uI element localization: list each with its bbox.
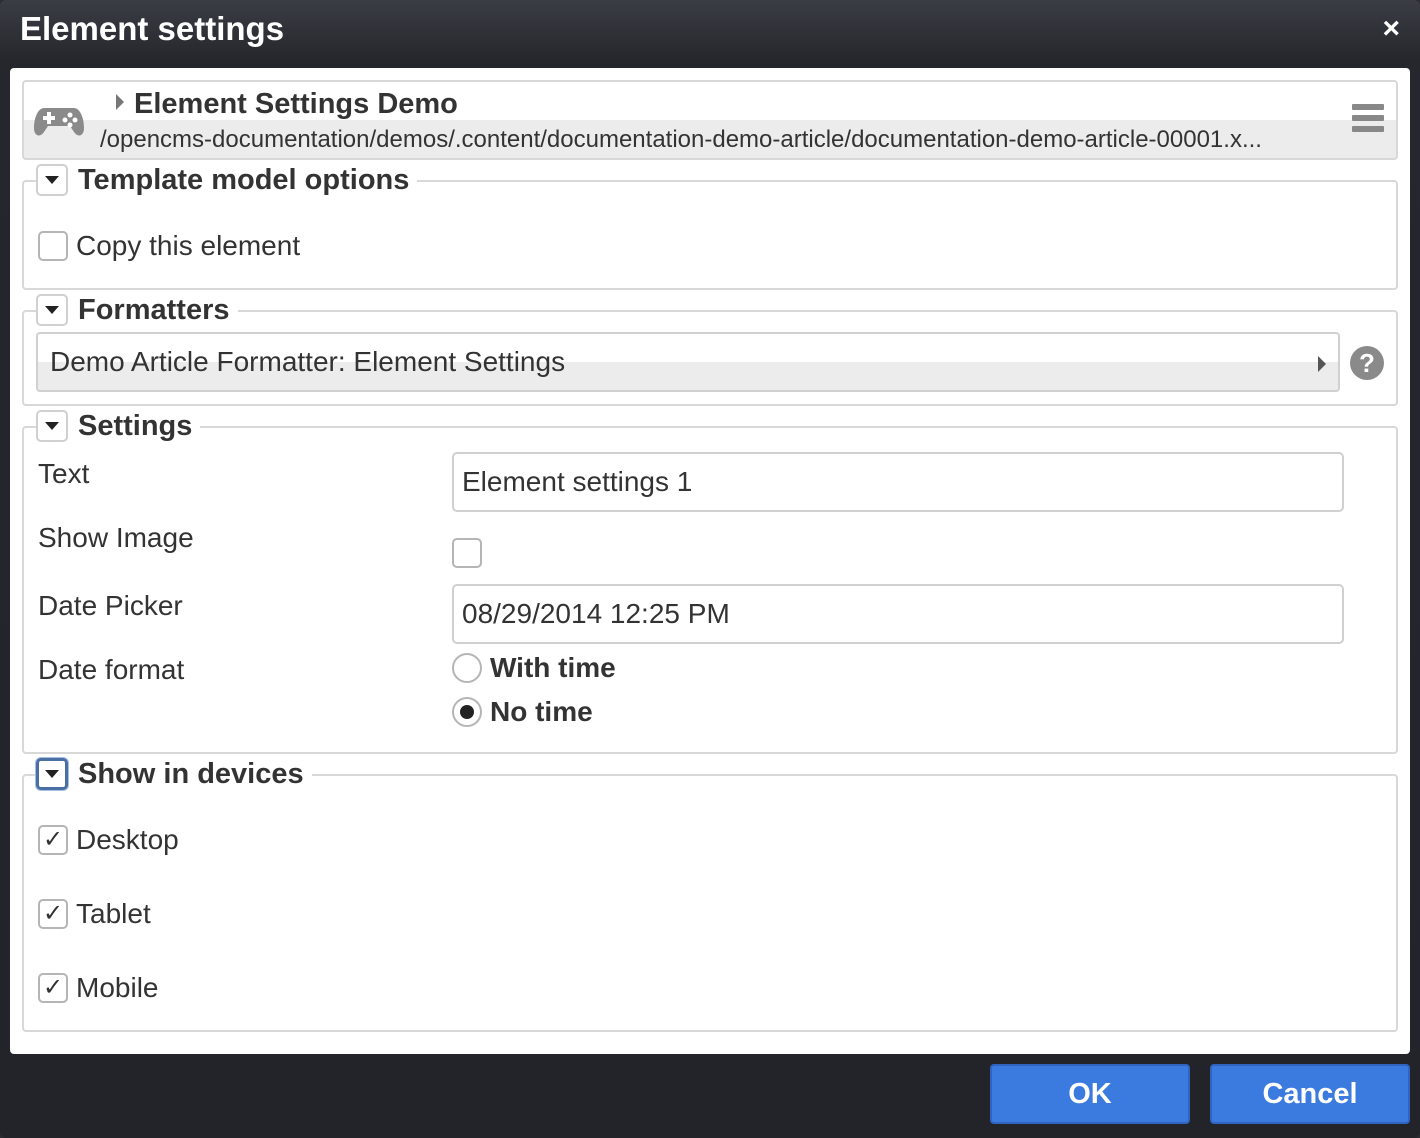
collapse-toggle-template-model[interactable] — [36, 164, 68, 196]
help-icon[interactable]: ? — [1350, 346, 1384, 380]
element-settings-dialog: Element settings × Element Settings Demo… — [0, 0, 1420, 1138]
device-desktop-row[interactable]: ✓ Desktop — [38, 824, 179, 856]
context-menu-icon[interactable] — [1352, 104, 1384, 136]
radio-with-time[interactable]: With time — [452, 652, 616, 684]
device-mobile-label: Mobile — [76, 972, 159, 1003]
template-model-options-fieldset: Template model options Copy this element — [22, 162, 1398, 290]
text-input[interactable] — [452, 452, 1344, 512]
copy-element-label: Copy this element — [76, 230, 301, 261]
device-mobile-row[interactable]: ✓ Mobile — [38, 972, 158, 1004]
expand-arrow-icon[interactable] — [116, 94, 124, 110]
collapse-toggle-devices[interactable] — [36, 758, 68, 790]
formatter-selected-value: Demo Article Formatter: Element Settings — [50, 346, 566, 377]
template-model-legend-text: Template model options — [78, 163, 410, 196]
device-tablet-row[interactable]: ✓ Tablet — [38, 898, 151, 930]
settings-legend: Settings — [36, 408, 201, 444]
settings-fieldset: Settings Text Show Image Date Picker Dat… — [22, 408, 1398, 754]
gamepad-icon — [34, 108, 84, 136]
date-format-label: Date format — [38, 654, 185, 685]
chevron-down-icon — [45, 770, 59, 778]
close-icon[interactable]: × — [1382, 14, 1400, 44]
collapse-toggle-settings[interactable] — [36, 410, 68, 442]
collapse-toggle-formatters[interactable] — [36, 294, 68, 326]
dialog-title: Element settings — [20, 10, 285, 47]
dropdown-arrow-icon — [1318, 356, 1326, 372]
radio-label: No time — [490, 696, 593, 727]
device-tablet-label: Tablet — [76, 898, 151, 929]
devices-fieldset: Show in devices ✓ Desktop ✓ Tablet ✓ Mob… — [22, 756, 1398, 1032]
radio-button[interactable] — [452, 697, 482, 727]
devices-legend: Show in devices — [36, 756, 312, 792]
radio-button[interactable] — [452, 653, 482, 683]
cancel-button[interactable]: Cancel — [1210, 1064, 1410, 1124]
device-desktop-label: Desktop — [76, 824, 179, 855]
dialog-content: Element Settings Demo /opencms-documenta… — [10, 68, 1410, 1054]
formatter-select[interactable]: Demo Article Formatter: Element Settings — [36, 332, 1340, 392]
device-mobile-checkbox[interactable]: ✓ — [38, 973, 68, 1003]
copy-element-checkbox[interactable] — [38, 231, 68, 261]
show-image-checkbox[interactable] — [452, 538, 482, 568]
ok-button[interactable]: OK — [990, 1064, 1190, 1124]
device-desktop-checkbox[interactable]: ✓ — [38, 825, 68, 855]
formatters-fieldset: Formatters Demo Article Formatter: Eleme… — [22, 292, 1398, 406]
resource-info-box: Element Settings Demo /opencms-documenta… — [22, 80, 1398, 160]
devices-legend-text: Show in devices — [78, 757, 304, 790]
formatters-legend-text: Formatters — [78, 293, 230, 326]
formatters-legend: Formatters — [36, 292, 238, 328]
radio-selected-dot — [460, 705, 474, 719]
resource-title: Element Settings Demo — [134, 88, 458, 120]
radio-no-time[interactable]: No time — [452, 696, 593, 728]
copy-element-checkbox-row[interactable]: Copy this element — [38, 230, 300, 262]
text-label: Text — [38, 458, 90, 489]
show-image-label: Show Image — [38, 522, 194, 553]
date-picker-label: Date Picker — [38, 590, 183, 621]
date-picker-input[interactable] — [452, 584, 1344, 644]
settings-legend-text: Settings — [78, 409, 193, 442]
resource-path: /opencms-documentation/demos/.content/do… — [100, 126, 1262, 153]
radio-label: With time — [490, 652, 616, 683]
chevron-down-icon — [45, 306, 59, 314]
chevron-down-icon — [45, 422, 59, 430]
template-model-legend: Template model options — [36, 162, 418, 198]
chevron-down-icon — [45, 176, 59, 184]
device-tablet-checkbox[interactable]: ✓ — [38, 899, 68, 929]
